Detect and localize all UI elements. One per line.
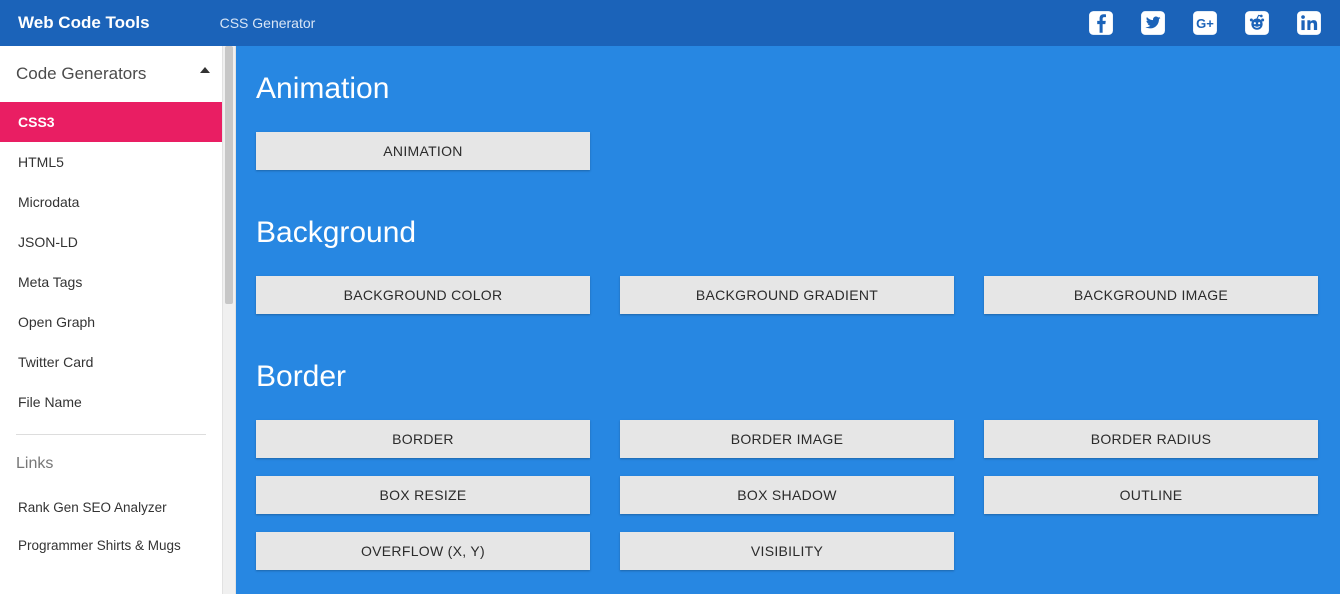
tool-button-outline[interactable]: OUTLINE (984, 476, 1318, 514)
social-icons: G+ (1088, 10, 1322, 36)
button-row: ANIMATION (256, 132, 1320, 170)
tool-button-background-image[interactable]: BACKGROUND IMAGE (984, 276, 1318, 314)
scrollbar-thumb[interactable] (225, 46, 233, 304)
sidebar-link[interactable]: Programmer Shirts & Mugs (0, 527, 222, 565)
sidebar-scrollbar[interactable] (222, 46, 236, 594)
section-title: Animation (256, 72, 1320, 106)
svg-text:G+: G+ (1196, 16, 1214, 31)
reddit-icon[interactable] (1244, 10, 1270, 36)
sidebar-item-css3[interactable]: CSS3 (0, 102, 222, 142)
sidebar-item-json-ld[interactable]: JSON-LD (0, 222, 222, 262)
button-row: OVERFLOW (X, Y) VISIBILITY (256, 532, 1320, 570)
sidebar-item-twitter-card[interactable]: Twitter Card (0, 342, 222, 382)
tool-button-overflow-x-y-[interactable]: OVERFLOW (X, Y) (256, 532, 590, 570)
sidebar-heading-generators[interactable]: Code Generators (0, 46, 222, 102)
button-row: BOX RESIZE BOX SHADOW OUTLINE (256, 476, 1320, 514)
twitter-icon[interactable] (1140, 10, 1166, 36)
topbar: Web Code Tools CSS Generator G+ (0, 0, 1340, 46)
sidebar-divider (16, 434, 206, 435)
tool-button-background-color[interactable]: BACKGROUND COLOR (256, 276, 590, 314)
chevron-up-icon (200, 67, 210, 73)
tool-button-border[interactable]: BORDER (256, 420, 590, 458)
google-plus-icon[interactable]: G+ (1192, 10, 1218, 36)
sidebar-heading-generators-label: Code Generators (16, 64, 146, 84)
facebook-icon[interactable] (1088, 10, 1114, 36)
page-subtitle: CSS Generator (220, 15, 316, 31)
tool-button-box-shadow[interactable]: BOX SHADOW (620, 476, 954, 514)
sidebar-heading-links: Links (0, 441, 222, 489)
tool-button-box-resize[interactable]: BOX RESIZE (256, 476, 590, 514)
sidebar-item-html5[interactable]: HTML5 (0, 142, 222, 182)
sidebar-link[interactable]: Rank Gen SEO Analyzer (0, 489, 222, 527)
sidebar-item-file-name[interactable]: File Name (0, 382, 222, 422)
tool-button-background-gradient[interactable]: BACKGROUND GRADIENT (620, 276, 954, 314)
sidebar-item-open-graph[interactable]: Open Graph (0, 302, 222, 342)
button-row: BACKGROUND COLOR BACKGROUND GRADIENT BACKG… (256, 276, 1320, 314)
sidebar: Code Generators CSS3HTML5MicrodataJSON-L… (0, 46, 222, 594)
tool-button-border-radius[interactable]: BORDER RADIUS (984, 420, 1318, 458)
tool-button-animation[interactable]: ANIMATION (256, 132, 590, 170)
tool-button-border-image[interactable]: BORDER IMAGE (620, 420, 954, 458)
sidebar-item-meta-tags[interactable]: Meta Tags (0, 262, 222, 302)
sidebar-item-microdata[interactable]: Microdata (0, 182, 222, 222)
section-title: Border (256, 360, 1320, 394)
button-row: BORDER BORDER IMAGE BORDER RADIUS (256, 420, 1320, 458)
main-content: Animation ANIMATION Background BACKGROUND C… (236, 46, 1340, 594)
linkedin-icon[interactable] (1296, 10, 1322, 36)
tool-button-visibility[interactable]: VISIBILITY (620, 532, 954, 570)
brand-title[interactable]: Web Code Tools (18, 13, 150, 33)
sidebar-heading-links-label: Links (16, 455, 53, 473)
section-title: Background (256, 216, 1320, 250)
